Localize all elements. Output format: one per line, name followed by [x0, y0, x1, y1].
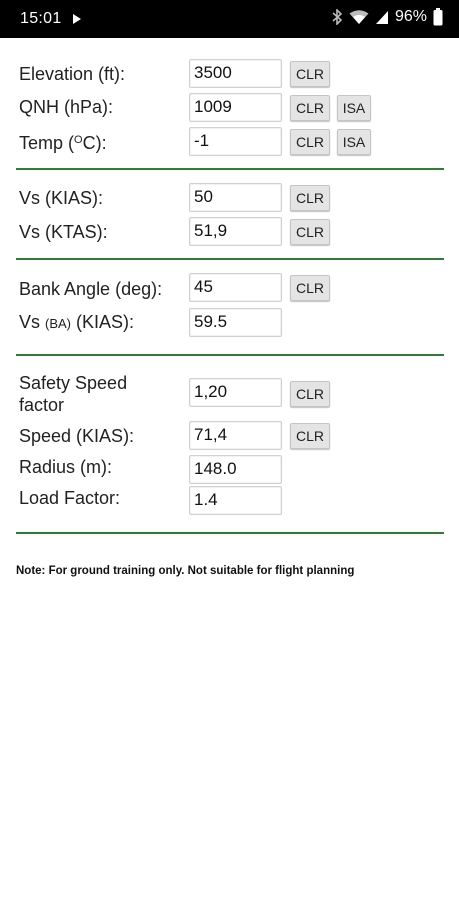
speed-row: Speed (KIAS): 71,4 CLR — [0, 421, 459, 453]
speed-label: Speed (KIAS): — [19, 426, 135, 446]
safety-speed-clr-button[interactable]: CLR — [290, 381, 330, 407]
vs-ktas-label: Vs (KTAS): — [19, 222, 108, 242]
elevation-label: Elevation (ft): — [19, 64, 126, 84]
vs-kias-label: Vs (KIAS): — [19, 188, 104, 208]
safety-speed-row: Safety Speed factor 1,20 CLR — [0, 370, 459, 420]
vs-ba-output: 59.5 — [189, 308, 282, 337]
qnh-input[interactable]: 1009 — [189, 93, 282, 122]
elevation-row: Elevation (ft): 3500 CLR — [0, 58, 459, 90]
vs-ktas-input[interactable]: 51,9 — [189, 217, 282, 246]
section-divider — [16, 258, 444, 260]
section-divider — [16, 354, 444, 356]
vs-kias-input[interactable]: 50 — [189, 183, 282, 212]
bank-angle-clr-button[interactable]: CLR — [290, 275, 330, 301]
bank-angle-row: Bank Angle (deg): 45 CLR — [0, 273, 459, 305]
load-factor-label: Load Factor: — [19, 488, 121, 508]
load-factor-output: 1.4 — [189, 486, 282, 515]
vs-kias-row: Vs (KIAS): 50 CLR — [0, 183, 459, 215]
qnh-isa-button[interactable]: ISA — [337, 95, 371, 121]
disclaimer-note: Note: For ground training only. Not suit… — [16, 565, 355, 577]
vs-ba-label: Vs (BA) (KIAS): — [19, 312, 135, 332]
vs-ktas-row: Vs (KTAS): 51,9 CLR — [0, 217, 459, 249]
qnh-clr-button[interactable]: CLR — [290, 95, 330, 121]
vs-ktas-clr-button[interactable]: CLR — [290, 219, 330, 245]
temp-isa-button[interactable]: ISA — [337, 129, 371, 155]
elevation-clr-button[interactable]: CLR — [290, 61, 330, 87]
bank-angle-label: Bank Angle (deg): — [19, 279, 163, 299]
bank-angle-input[interactable]: 45 — [189, 273, 282, 302]
bluetooth-icon — [331, 9, 343, 25]
section-divider — [16, 532, 444, 534]
radius-row: Radius (m): 148.0 — [0, 454, 459, 486]
radius-output: 148.0 — [189, 455, 282, 484]
temp-clr-button[interactable]: CLR — [290, 129, 330, 155]
temp-input[interactable]: -1 — [189, 127, 282, 156]
temp-label: Temp (OC): — [19, 133, 107, 153]
radius-label: Radius (m): — [19, 457, 113, 477]
battery-percent: 96% — [394, 8, 427, 25]
safety-speed-label: Safety Speed factor — [19, 373, 128, 415]
qnh-label: QNH (hPa): — [19, 97, 114, 117]
vs-kias-clr-button[interactable]: CLR — [290, 185, 330, 211]
play-store-icon — [73, 14, 81, 24]
vs-ba-row: Vs (BA) (KIAS): 59.5 — [0, 308, 459, 340]
qnh-row: QNH (hPa): 1009 CLR ISA — [0, 92, 459, 124]
section-divider — [16, 168, 444, 170]
elevation-input[interactable]: 3500 — [189, 59, 282, 88]
status-time: 15:01 — [20, 10, 62, 27]
signal-icon — [375, 9, 389, 25]
temp-row: Temp (OC): -1 CLR ISA — [0, 127, 459, 159]
wifi-icon — [349, 9, 369, 25]
battery-icon — [433, 8, 443, 26]
status-bar: 15:01 96% — [0, 0, 459, 38]
status-icons: 96% — [331, 8, 443, 26]
speed-input[interactable]: 71,4 — [189, 421, 282, 450]
speed-clr-button[interactable]: CLR — [290, 423, 330, 449]
safety-speed-input[interactable]: 1,20 — [189, 378, 282, 407]
load-factor-row: Load Factor: 1.4 — [0, 485, 459, 517]
